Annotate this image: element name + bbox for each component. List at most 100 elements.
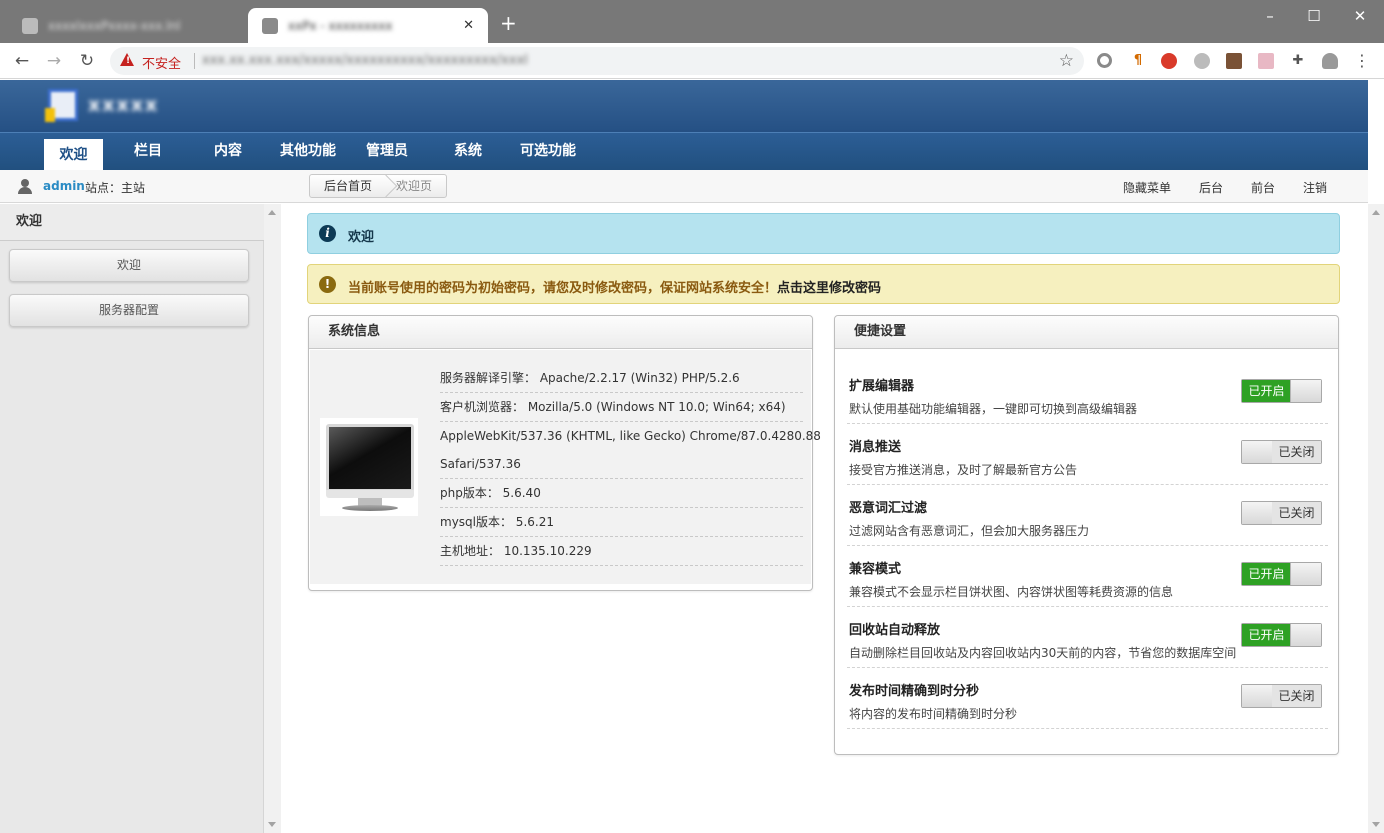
menu-item-admins[interactable]: 管理员 bbox=[356, 133, 418, 171]
toggle-knob bbox=[1242, 441, 1273, 463]
extension-avatar-icon[interactable] bbox=[1226, 53, 1242, 69]
server-engine-row: 服务器解译引擎： Apache/2.2.17 (Win32) PHP/5.2.6 bbox=[440, 364, 803, 393]
sidebar-item-server-config[interactable]: 服务器配置 bbox=[9, 294, 249, 327]
recycle-auto-release-toggle[interactable]: 已开启 bbox=[1241, 623, 1322, 647]
warning-alert: ! 当前账号使用的密码为初始密码，请您及时修改密码，保证网站系统安全！点击这里修… bbox=[307, 264, 1340, 304]
back-button[interactable]: ← bbox=[10, 49, 34, 73]
url-text[interactable]: xxx.xx.xxx.xxx/xxxxx/xxxxxxxxxx/xxxxxxxx… bbox=[202, 53, 528, 68]
sidebar-item-welcome[interactable]: 欢迎 bbox=[9, 249, 249, 282]
browser-menu-icon[interactable]: ⋮ bbox=[1354, 53, 1370, 69]
scroll-up-arrow-icon[interactable] bbox=[268, 210, 276, 215]
setting-title: 消息推送 bbox=[849, 440, 902, 455]
extension-gray-icon[interactable] bbox=[1194, 53, 1210, 69]
tab-close-icon[interactable]: ✕ bbox=[463, 18, 474, 33]
extension-mascot-icon[interactable] bbox=[1161, 53, 1177, 69]
toggle-state-label: 已关闭 bbox=[1272, 441, 1321, 463]
extended-editor-toggle[interactable]: 已开启 bbox=[1241, 379, 1322, 403]
browser-tab-inactive[interactable]: xxxxlxxxPxxxx-xxx.lnl bbox=[8, 8, 246, 43]
setting-description: 过滤网站含有恶意词汇，但会加大服务器压力 bbox=[849, 524, 1090, 538]
profile-icon[interactable] bbox=[1322, 53, 1338, 69]
address-separator bbox=[194, 53, 195, 69]
setting-title: 发布时间精确到时分秒 bbox=[849, 684, 980, 699]
tab-favicon-icon bbox=[262, 17, 278, 34]
change-password-link[interactable]: 点击这里修改密码 bbox=[777, 281, 881, 296]
system-info-panel: 系统信息 服务器解译引擎： Apache/2.2.17 (Win32) PHP/… bbox=[308, 315, 821, 591]
info-alert: i 欢迎 bbox=[307, 213, 1340, 254]
toggle-knob bbox=[1290, 624, 1321, 646]
main-scrollbar[interactable] bbox=[1368, 204, 1384, 833]
hide-menu-link[interactable]: 隐藏菜单 bbox=[1123, 179, 1171, 196]
forward-button[interactable]: → bbox=[42, 49, 66, 73]
browser-toolbar: ← → ↻ ! 不安全 xxx.xx.xxx.xxx/xxxxx/xxxxxxx… bbox=[0, 43, 1384, 79]
breadcrumb-home[interactable]: 后台首页 bbox=[310, 175, 382, 197]
minimize-button[interactable]: – bbox=[1256, 5, 1284, 27]
setting-title: 兼容模式 bbox=[849, 562, 902, 577]
toggle-knob bbox=[1242, 502, 1273, 524]
toggle-state-label: 已关闭 bbox=[1272, 685, 1321, 707]
setting-extended-editor: 扩展编辑器 默认使用基础功能编辑器，一键即可切换到高级编辑器 已开启 bbox=[847, 363, 1328, 424]
logo-text: xxxxx bbox=[88, 94, 160, 116]
setting-compat-mode: 兼容模式 兼容模式不会显示栏目饼状图、内容饼状图等耗费资源的信息 已开启 bbox=[847, 546, 1328, 607]
not-secure-warning-icon: ! bbox=[120, 53, 134, 66]
word-filter-toggle[interactable]: 已关闭 bbox=[1241, 501, 1322, 525]
extension-pink-icon[interactable] bbox=[1258, 53, 1274, 69]
menu-item-other-functions[interactable]: 其他功能 bbox=[272, 133, 344, 171]
maximize-button[interactable]: ☐ bbox=[1300, 5, 1328, 27]
setting-description: 兼容模式不会显示栏目饼状图、内容饼状图等耗费资源的信息 bbox=[849, 585, 1174, 599]
browser-tab-active[interactable]: xxPx - xxxxxxxxx ✕ bbox=[248, 8, 488, 43]
security-label[interactable]: 不安全 bbox=[142, 53, 181, 72]
close-window-button[interactable]: ✕ bbox=[1346, 5, 1374, 27]
frontend-link[interactable]: 前台 bbox=[1251, 179, 1275, 196]
setting-recycle-auto-release: 回收站自动释放 自动删除栏目回收站及内容回收站内30天前的内容，节省您的数据库空… bbox=[847, 607, 1328, 668]
quick-settings-title: 便捷设置 bbox=[835, 316, 1338, 349]
extension-pilcrow-icon[interactable]: ¶ bbox=[1130, 53, 1146, 69]
username-link[interactable]: admin bbox=[43, 179, 85, 193]
sidebar-title: 欢迎 bbox=[0, 204, 264, 241]
setting-description: 接受官方推送消息，及时了解最新官方公告 bbox=[849, 463, 1078, 477]
mysql-version-row: mysql版本： 5.6.21 bbox=[440, 508, 803, 537]
logout-link[interactable]: 注销 bbox=[1303, 179, 1327, 196]
scroll-up-arrow-icon[interactable] bbox=[1372, 210, 1380, 215]
compat-mode-toggle[interactable]: 已开启 bbox=[1241, 562, 1322, 586]
menu-item-welcome[interactable]: 欢迎 bbox=[44, 139, 103, 171]
breadcrumb: 后台首页 欢迎页 bbox=[309, 174, 448, 198]
client-browser-row-cont: AppleWebKit/537.36 (KHTML, like Gecko) C… bbox=[440, 429, 821, 443]
client-browser-row: 客户机浏览器： Mozilla/5.0 (Windows NT 10.0; Wi… bbox=[440, 393, 803, 422]
setting-message-push: 消息推送 接受官方推送消息，及时了解最新官方公告 已关闭 bbox=[847, 424, 1328, 485]
scroll-down-arrow-icon[interactable] bbox=[268, 822, 276, 827]
current-site-label: 站点：主站 bbox=[85, 181, 146, 195]
main-menu: 欢迎 栏目 内容 其他功能 管理员 系统 可选功能 bbox=[0, 132, 1368, 171]
setting-description: 将内容的发布时间精确到时分秒 bbox=[849, 707, 1018, 721]
bookmark-star-icon[interactable]: ☆ bbox=[1059, 51, 1074, 71]
breadcrumb-chevron-icon bbox=[382, 175, 390, 197]
backend-link[interactable]: 后台 bbox=[1199, 179, 1223, 196]
reload-button[interactable]: ↻ bbox=[75, 49, 99, 73]
scroll-down-arrow-icon[interactable] bbox=[1372, 822, 1380, 827]
menu-item-content[interactable]: 内容 bbox=[198, 133, 258, 171]
browser-tab-strip: xxxxlxxxPxxxx-xxx.lnl xxPx - xxxxxxxxx ✕… bbox=[0, 0, 1384, 43]
new-tab-button[interactable]: + bbox=[500, 12, 517, 34]
info-icon: i bbox=[319, 225, 336, 242]
warning-icon: ! bbox=[319, 276, 336, 293]
message-push-toggle[interactable]: 已关闭 bbox=[1241, 440, 1322, 464]
extension-circle-icon[interactable] bbox=[1097, 53, 1112, 68]
address-bar[interactable]: ! 不安全 xxx.xx.xxx.xxx/xxxxx/xxxxxxxxxx/xx… bbox=[110, 47, 1084, 75]
menu-item-optional-functions[interactable]: 可选功能 bbox=[512, 133, 584, 171]
setting-word-filter: 恶意词汇过滤 过滤网站含有恶意词汇，但会加大服务器压力 已关闭 bbox=[847, 485, 1328, 546]
toggle-state-label: 已开启 bbox=[1242, 563, 1291, 585]
setting-title: 恶意词汇过滤 bbox=[849, 501, 928, 516]
menu-item-columns[interactable]: 栏目 bbox=[118, 133, 178, 171]
warning-alert-text: 当前账号使用的密码为初始密码，请您及时修改密码，保证网站系统安全！点击这里修改密… bbox=[348, 277, 881, 296]
system-info-body: 服务器解译引擎： Apache/2.2.17 (Win32) PHP/5.2.6… bbox=[310, 350, 821, 584]
extensions-puzzle-icon[interactable]: ✚ bbox=[1290, 53, 1306, 69]
toggle-knob bbox=[1242, 685, 1273, 707]
info-alert-text: 欢迎 bbox=[348, 230, 375, 245]
breadcrumb-current: 欢迎页 bbox=[396, 179, 433, 193]
publish-time-precision-toggle[interactable]: 已关闭 bbox=[1241, 684, 1322, 708]
toggle-knob bbox=[1290, 563, 1321, 585]
sidebar-scrollbar[interactable] bbox=[264, 204, 281, 833]
menu-item-system[interactable]: 系统 bbox=[438, 133, 498, 171]
setting-title: 回收站自动释放 bbox=[849, 623, 941, 638]
toggle-state-label: 已开启 bbox=[1242, 380, 1291, 402]
tab-favicon-icon bbox=[22, 17, 38, 34]
